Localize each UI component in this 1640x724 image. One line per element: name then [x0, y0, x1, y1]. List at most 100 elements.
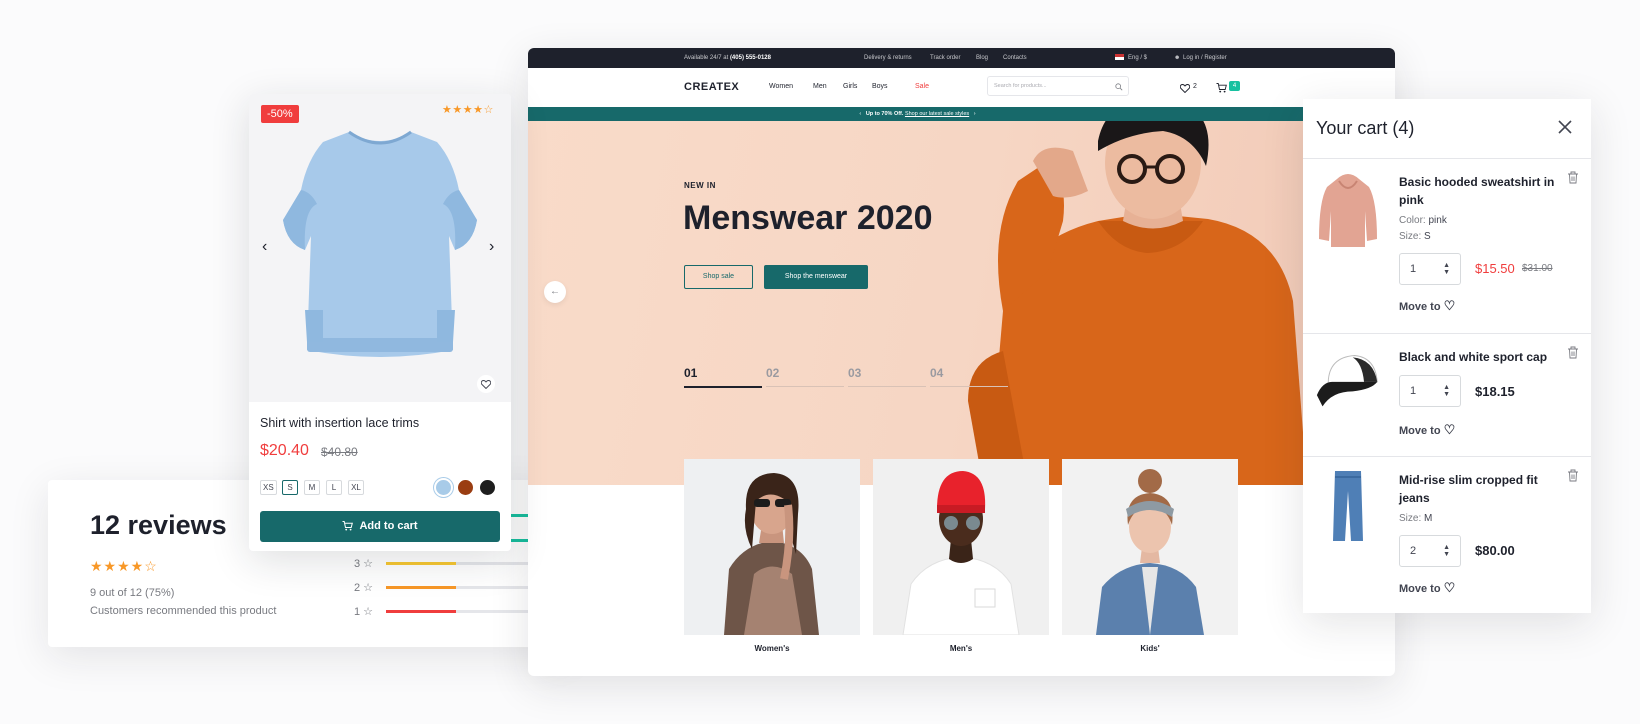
nav-girls[interactable]: Girls	[843, 83, 857, 90]
cart-item-name[interactable]: Black and white sport cap	[1399, 348, 1559, 366]
search-placeholder: Search for products...	[994, 83, 1047, 89]
topbar-link-track-order[interactable]: Track order	[930, 55, 960, 61]
rating-bar-fill	[386, 586, 457, 589]
slide-number: 02	[766, 366, 780, 380]
quantity-value: 1	[1410, 385, 1417, 397]
cart-icon	[342, 521, 354, 531]
hero-title: Menswear 2020	[683, 199, 933, 237]
cart-item-name[interactable]: Basic hooded sweatshirt in pink	[1399, 173, 1559, 209]
cart-item-price: $15.50	[1475, 261, 1515, 276]
cart-item-size-label: Size:	[1399, 231, 1422, 242]
cart-item-size: M	[1424, 513, 1433, 524]
image-prev-chevron-icon[interactable]: ‹	[262, 238, 267, 256]
language-currency-select[interactable]: Eng / $	[1128, 55, 1147, 61]
cart-item-price: $18.15	[1475, 384, 1515, 399]
cart-drawer: Your cart (4) Basic hooded sweatshirt in…	[1303, 99, 1591, 613]
slide-tab-03[interactable]: 03	[848, 366, 926, 387]
nav-men[interactable]: Men	[813, 83, 827, 90]
move-to-label: Move to	[1399, 583, 1441, 595]
slide-number: 01	[684, 366, 698, 380]
size-option-m[interactable]: M	[304, 480, 320, 495]
size-option-xl[interactable]: XL	[348, 480, 364, 495]
rating-bar-fill	[386, 562, 457, 565]
cart-item-size: S	[1424, 231, 1431, 242]
heart-icon: ♡	[1443, 580, 1456, 595]
category-image-men	[902, 471, 1020, 635]
trash-icon[interactable]	[1567, 171, 1579, 184]
trash-icon[interactable]	[1567, 346, 1579, 359]
hero-model-image	[968, 121, 1307, 485]
add-to-wishlist-button[interactable]	[477, 375, 495, 393]
hero-slider: NEW IN Menswear 2020 Shop sale Shop the …	[528, 121, 1307, 485]
rating-bar-fill	[386, 610, 457, 613]
heart-icon	[481, 380, 491, 389]
color-swatch-brown[interactable]	[458, 480, 473, 495]
cart-item-name[interactable]: Mid-rise slim cropped fit jeans	[1399, 471, 1559, 507]
color-swatch-light-blue[interactable]	[436, 480, 451, 495]
shop-menswear-button[interactable]: Shop the menswear	[764, 265, 868, 289]
move-to-wishlist-button[interactable]: Move to ♡	[1399, 580, 1455, 596]
topbar-link-contacts[interactable]: Contacts	[1003, 55, 1027, 61]
nav-sale[interactable]: Sale	[915, 83, 929, 90]
chevron-left-icon[interactable]: ‹	[859, 111, 861, 117]
color-swatch-black[interactable]	[480, 480, 495, 495]
promo-link[interactable]: Shop our latest sale styles	[905, 111, 969, 117]
search-icon[interactable]	[1115, 83, 1123, 91]
nav-boys[interactable]: Boys	[872, 83, 888, 90]
category-label-kids[interactable]: Kids'	[1062, 644, 1238, 653]
slide-tab-04[interactable]: 04	[930, 366, 1008, 387]
product-image-area	[249, 94, 511, 402]
shop-sale-button[interactable]: Shop sale	[684, 265, 753, 289]
product-old-price: $40.80	[321, 445, 358, 459]
rating-row-label: 3 ☆	[354, 558, 374, 570]
product-name[interactable]: Shirt with insertion lace trims	[260, 416, 419, 430]
chevron-right-icon[interactable]: ›	[974, 111, 976, 117]
size-option-xs[interactable]: XS	[260, 480, 277, 495]
size-option-s[interactable]: S	[282, 480, 298, 495]
move-to-label: Move to	[1399, 425, 1441, 437]
topbar-link-delivery[interactable]: Delivery & returns	[864, 55, 912, 61]
arrow-left-icon: ←	[550, 286, 560, 297]
category-tile-kids[interactable]	[1062, 459, 1238, 635]
heart-icon[interactable]	[1180, 84, 1190, 93]
cart-item: Black and white sport cap 1 ▲ ▼ $18.15 Mov…	[1303, 333, 1591, 456]
wishlist-count: 2	[1193, 83, 1197, 90]
reviews-title: 12 reviews	[90, 510, 227, 540]
move-to-wishlist-button[interactable]: Move to ♡	[1399, 298, 1455, 314]
cart-item-size-label: Size:	[1399, 513, 1422, 524]
cart-icon[interactable]	[1216, 83, 1227, 93]
slider-prev-button[interactable]: ←	[544, 281, 566, 303]
add-to-cart-button[interactable]: Add to cart	[260, 511, 500, 542]
login-register-link[interactable]: Log in / Register	[1183, 55, 1227, 61]
search-input[interactable]: Search for products...	[987, 76, 1129, 96]
rating-row-label: 2 ☆	[354, 582, 374, 594]
size-option-l[interactable]: L	[326, 480, 342, 495]
trash-icon[interactable]	[1567, 469, 1579, 482]
cart-item: Mid-rise slim cropped fit jeans Size: M …	[1303, 456, 1591, 613]
site-header: CREATEX Women Men Girls Boys Sale Search…	[528, 68, 1395, 107]
quantity-stepper[interactable]: 1 ▲ ▼	[1399, 253, 1461, 285]
quantity-value: 1	[1410, 263, 1417, 275]
category-label-women[interactable]: Women's	[684, 644, 860, 653]
category-label-men[interactable]: Men's	[873, 644, 1049, 653]
stepper-arrows-icon[interactable]: ▲ ▼	[1443, 384, 1450, 398]
category-tile-women[interactable]	[684, 459, 860, 635]
close-icon[interactable]	[1557, 119, 1573, 135]
product-image	[283, 130, 477, 357]
support-phone[interactable]: (405) 555-0128	[730, 55, 771, 61]
category-tile-men[interactable]	[873, 459, 1049, 635]
quantity-stepper[interactable]: 2 ▲ ▼	[1399, 535, 1461, 567]
slide-tab-02[interactable]: 02	[766, 366, 844, 387]
stepper-arrows-icon[interactable]: ▲ ▼	[1443, 262, 1450, 276]
brand-logo[interactable]: CREATEX	[684, 81, 739, 93]
topbar-link-blog[interactable]: Blog	[976, 55, 988, 61]
slide-tab-01[interactable]: 01	[684, 366, 762, 388]
stepper-arrows-icon[interactable]: ▲ ▼	[1443, 544, 1450, 558]
reviews-rating-stars: ★★★★☆	[90, 558, 158, 574]
nav-women[interactable]: Women	[769, 83, 793, 90]
quantity-stepper[interactable]: 1 ▲ ▼	[1399, 375, 1461, 407]
reviews-recommend-text: Customers recommended this product	[90, 605, 277, 617]
image-next-chevron-icon[interactable]: ›	[489, 238, 494, 256]
cart-item-image	[1316, 355, 1378, 407]
move-to-wishlist-button[interactable]: Move to ♡	[1399, 422, 1455, 438]
